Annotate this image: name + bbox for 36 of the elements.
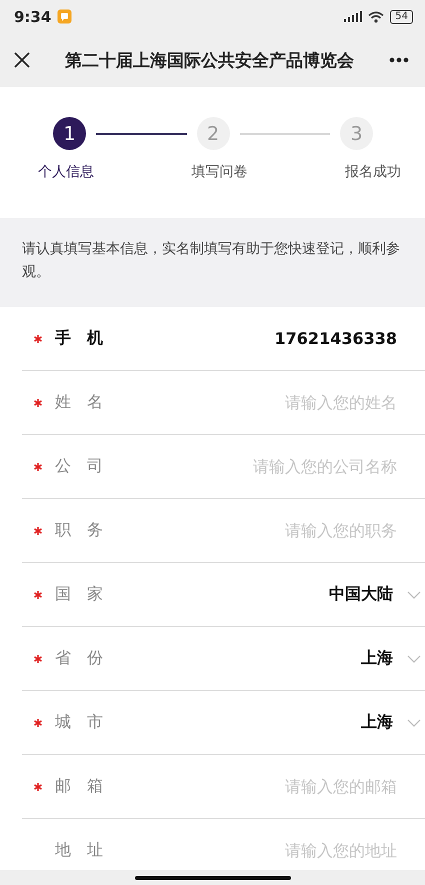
field-label: 省份 (55, 648, 119, 669)
clock-time: 9:34 (14, 8, 52, 26)
chevron-down-icon (407, 590, 421, 598)
step-number: 1 (53, 117, 86, 150)
chevron-down-icon (407, 718, 421, 726)
field-label: 城市 (55, 712, 119, 733)
step-label: 填写问卷 (192, 163, 248, 181)
notification-icon (57, 9, 72, 24)
field-label: 地址 (55, 840, 119, 861)
input-field[interactable]: 请输入您的邮箱 (197, 777, 397, 796)
step-label: 报名成功 (345, 163, 401, 181)
field-label: 手机 (55, 328, 119, 349)
select-field[interactable]: 上海 (361, 712, 421, 733)
step-label: 个人信息 (38, 163, 94, 181)
page-title: 第二十届上海国际公共安全产品博览会 (64, 50, 355, 72)
battery-indicator: 54 (390, 10, 413, 24)
signal-icon (344, 10, 362, 22)
more-icon[interactable] (389, 57, 409, 63)
step-number: 3 (340, 117, 373, 150)
field-label: 公司 (55, 456, 119, 477)
input-field[interactable]: 请输入您的公司名称 (197, 457, 397, 476)
wifi-icon (368, 10, 384, 22)
step-number: 2 (196, 117, 230, 150)
field-label: 姓名 (55, 392, 119, 413)
input-field[interactable]: 请输入您的姓名 (197, 393, 397, 412)
phone-number: 17621436338 (274, 329, 397, 348)
close-icon[interactable] (14, 52, 30, 68)
chevron-down-icon (407, 654, 421, 662)
field-label: 邮箱 (55, 776, 119, 797)
field-label: 职务 (55, 520, 119, 541)
select-field[interactable]: 上海 (361, 648, 421, 669)
field-label: 国家 (55, 584, 119, 605)
notice-text: 请认真填写基本信息，实名制填写有助于您快速登记，顺利参观。 (22, 240, 401, 282)
select-field[interactable]: 中国大陆 (329, 584, 421, 605)
input-field[interactable]: 请输入您的地址 (197, 841, 397, 860)
input-field[interactable]: 请输入您的职务 (197, 521, 397, 540)
